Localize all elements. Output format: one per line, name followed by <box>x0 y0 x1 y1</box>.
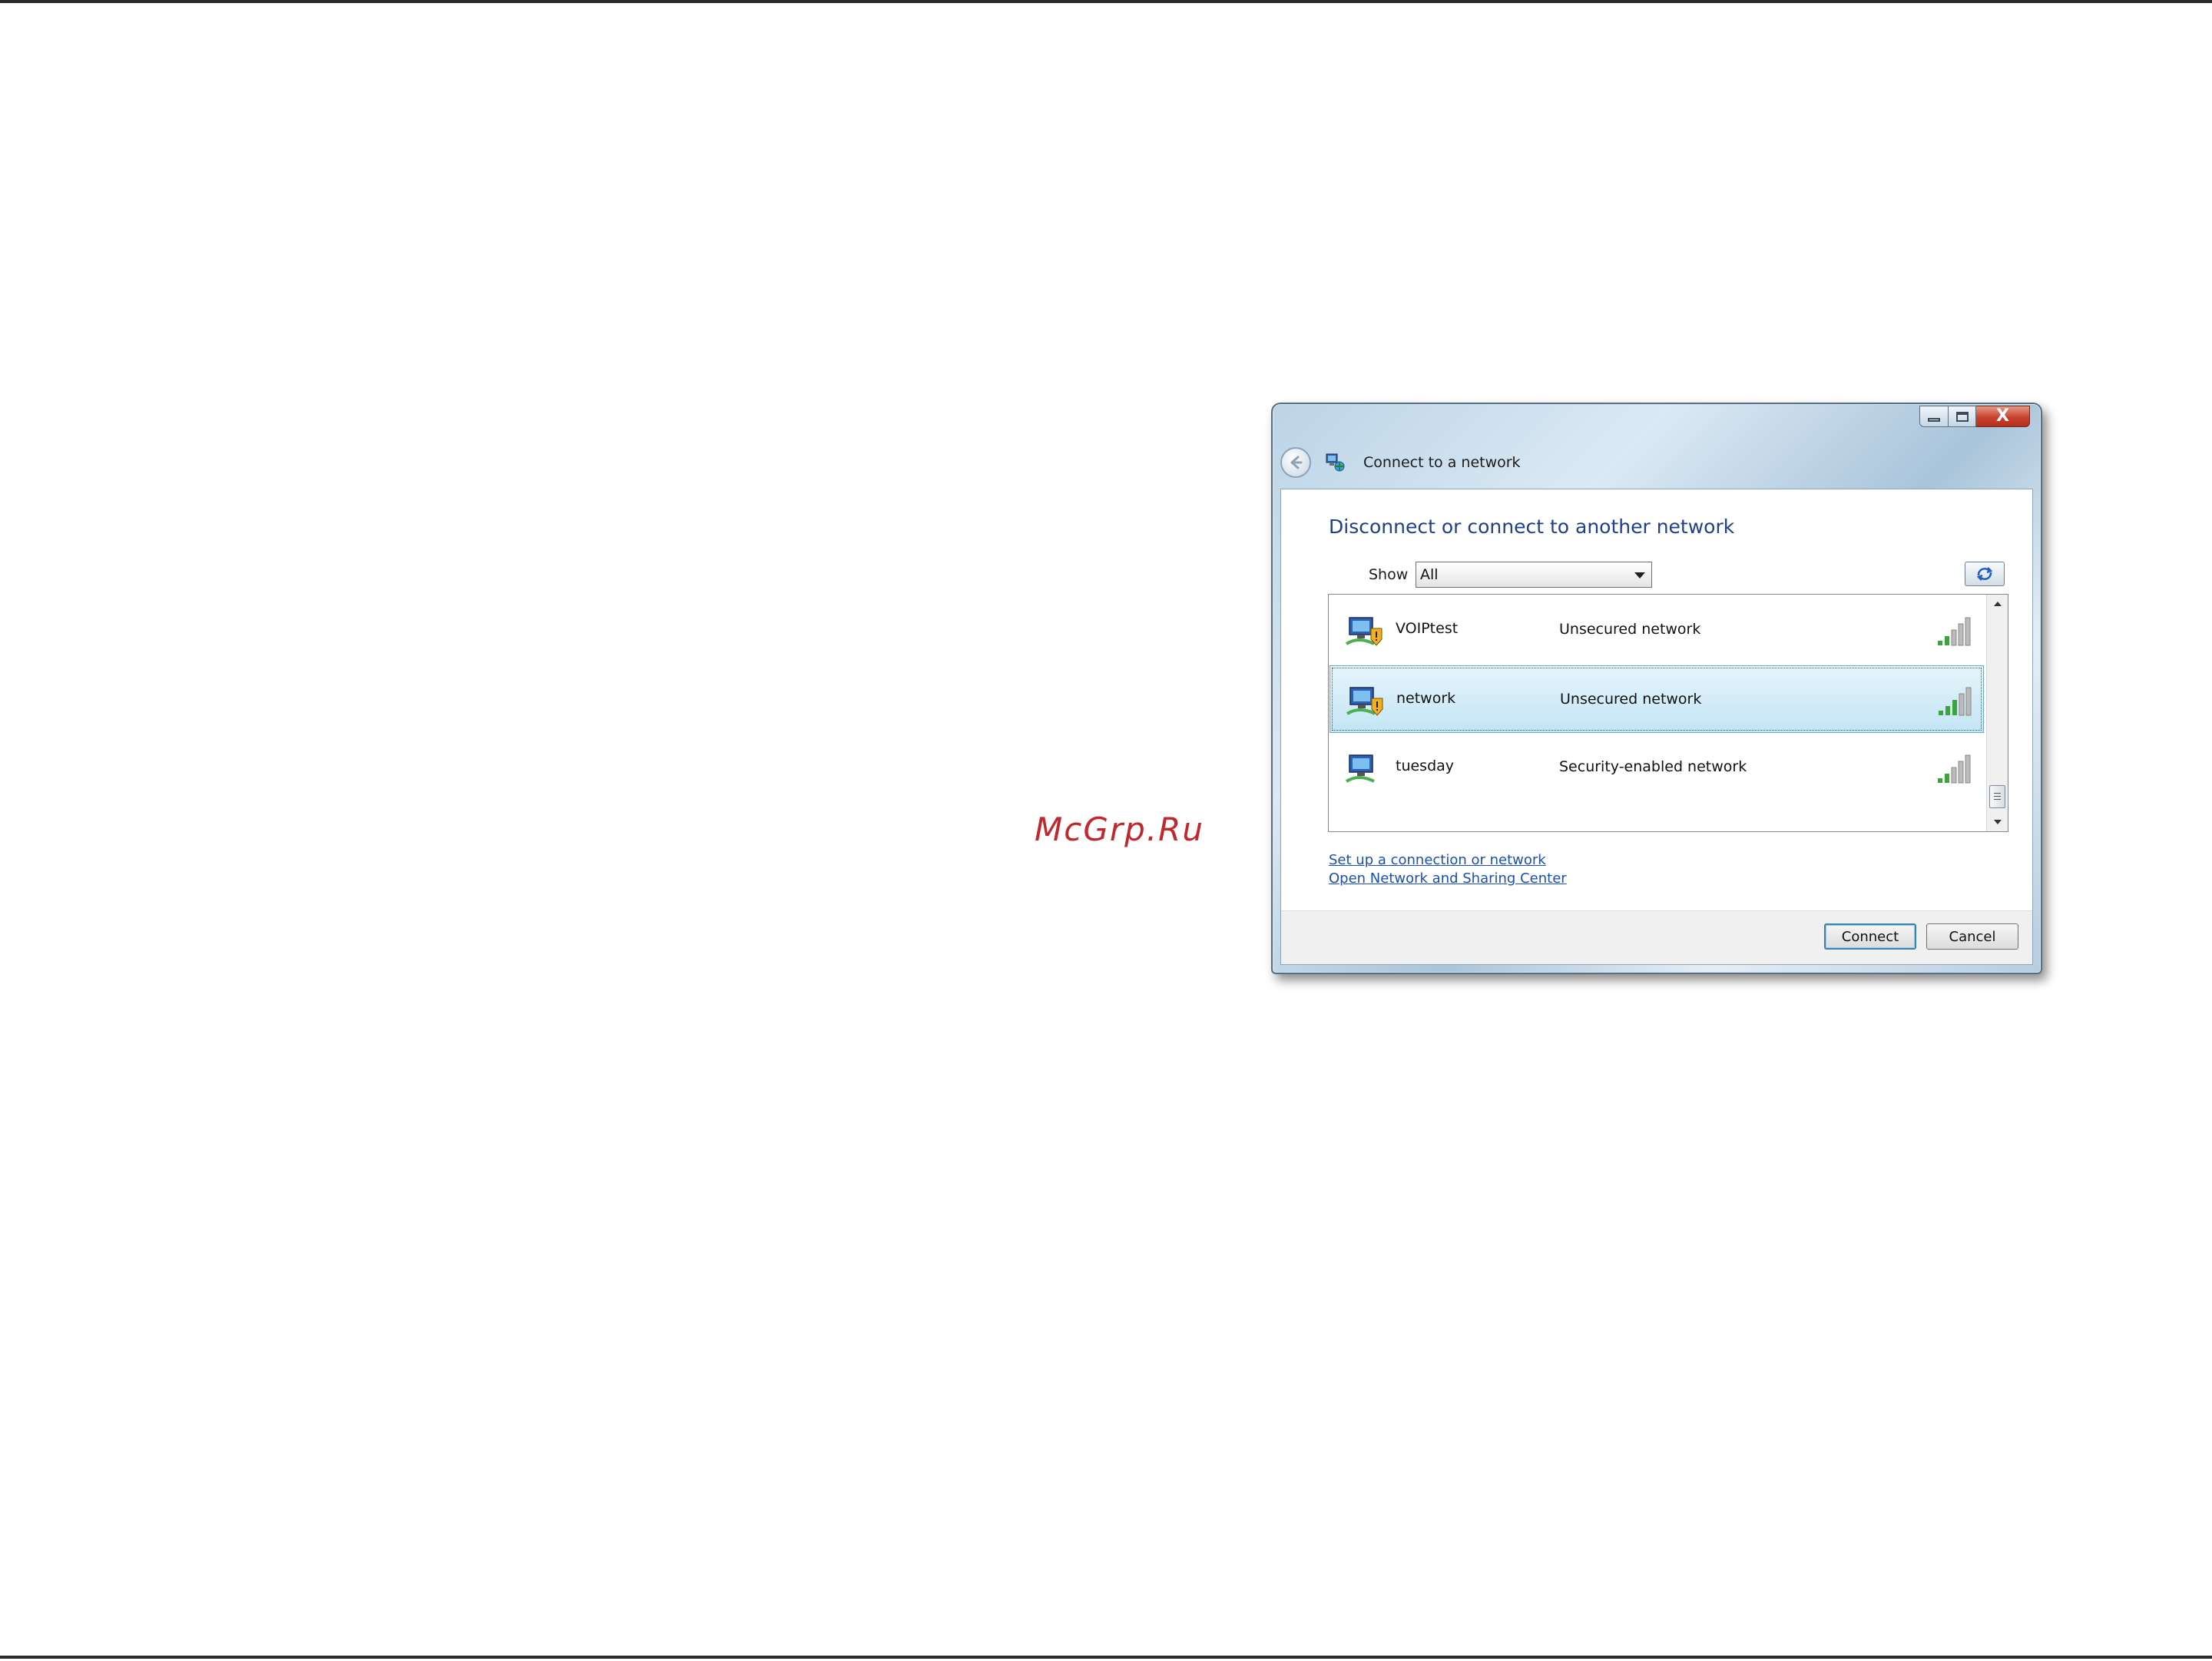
minimize-button[interactable] <box>1919 406 1949 427</box>
refresh-button[interactable] <box>1965 562 2005 586</box>
network-list-scrollbar[interactable] <box>1986 595 2008 831</box>
dialog-footer: Connect Cancel <box>1281 910 2032 964</box>
unsecured-network-icon <box>1346 687 1383 716</box>
network-row-voiptest[interactable]: VOIPtest Unsecured network <box>1330 596 1984 664</box>
refresh-icon <box>1976 567 1993 581</box>
close-icon: X <box>1996 406 2009 426</box>
network-name: VOIPtest <box>1396 620 1459 637</box>
network-status: Unsecured network <box>1560 691 1702 708</box>
close-button[interactable]: X <box>1976 406 2030 427</box>
network-name: tuesday <box>1396 758 1455 774</box>
back-button[interactable] <box>1280 447 1311 478</box>
chevron-down-icon <box>1634 572 1645 579</box>
connect-button[interactable]: Connect <box>1824 923 1916 950</box>
minimize-icon <box>1928 417 1940 422</box>
cancel-button[interactable]: Cancel <box>1926 923 2018 950</box>
network-status: Unsecured network <box>1559 621 1701 638</box>
caption-buttons: X <box>1919 406 2030 427</box>
network-row-tuesday[interactable]: tuesday Security-enabled network <box>1330 734 1984 801</box>
window-title: Connect to a network <box>1363 454 1521 471</box>
connect-network-window: X Connect to a network Disconnect or con… <box>1271 403 2042 974</box>
secured-network-icon <box>1345 754 1375 783</box>
network-status: Security-enabled network <box>1559 758 1747 775</box>
chevron-down-icon <box>1993 820 2002 824</box>
maximize-button[interactable] <box>1949 406 1976 427</box>
back-arrow-icon <box>1290 456 1303 469</box>
scroll-thumb[interactable] <box>1989 785 2005 808</box>
chevron-up-icon <box>1993 602 2002 606</box>
network-name: network <box>1396 690 1456 707</box>
show-filter-select[interactable]: All <box>1416 562 1652 588</box>
page-bottom-rule <box>0 1656 2212 1659</box>
maximize-icon <box>1955 411 1969 422</box>
page-top-rule <box>0 0 2212 3</box>
signal-strength-icon <box>1938 617 1971 646</box>
unsecured-network-icon <box>1345 617 1382 646</box>
titlebar: Connect to a network <box>1280 446 1521 479</box>
scroll-down-button[interactable] <box>1987 813 2008 831</box>
network-list[interactable]: VOIPtest Unsecured network network Unsec… <box>1328 594 2008 832</box>
signal-strength-icon <box>1938 754 1971 784</box>
signal-strength-icon <box>1939 687 1972 716</box>
show-filter-value: All <box>1420 566 1439 583</box>
network-globe-icon <box>1325 453 1345 472</box>
show-label: Show <box>1369 566 1409 583</box>
content-panel: Disconnect or connect to another network… <box>1280 489 2033 965</box>
page-heading: Disconnect or connect to another network <box>1329 516 1735 538</box>
network-row-network-selected[interactable]: network Unsecured network <box>1330 665 1984 733</box>
scroll-up-button[interactable] <box>1987 595 2008 613</box>
setup-connection-link[interactable]: Set up a connection or network <box>1329 852 1546 868</box>
sharing-center-link[interactable]: Open Network and Sharing Center <box>1329 870 1567 887</box>
watermark: McGrp.Ru <box>1035 811 1204 848</box>
